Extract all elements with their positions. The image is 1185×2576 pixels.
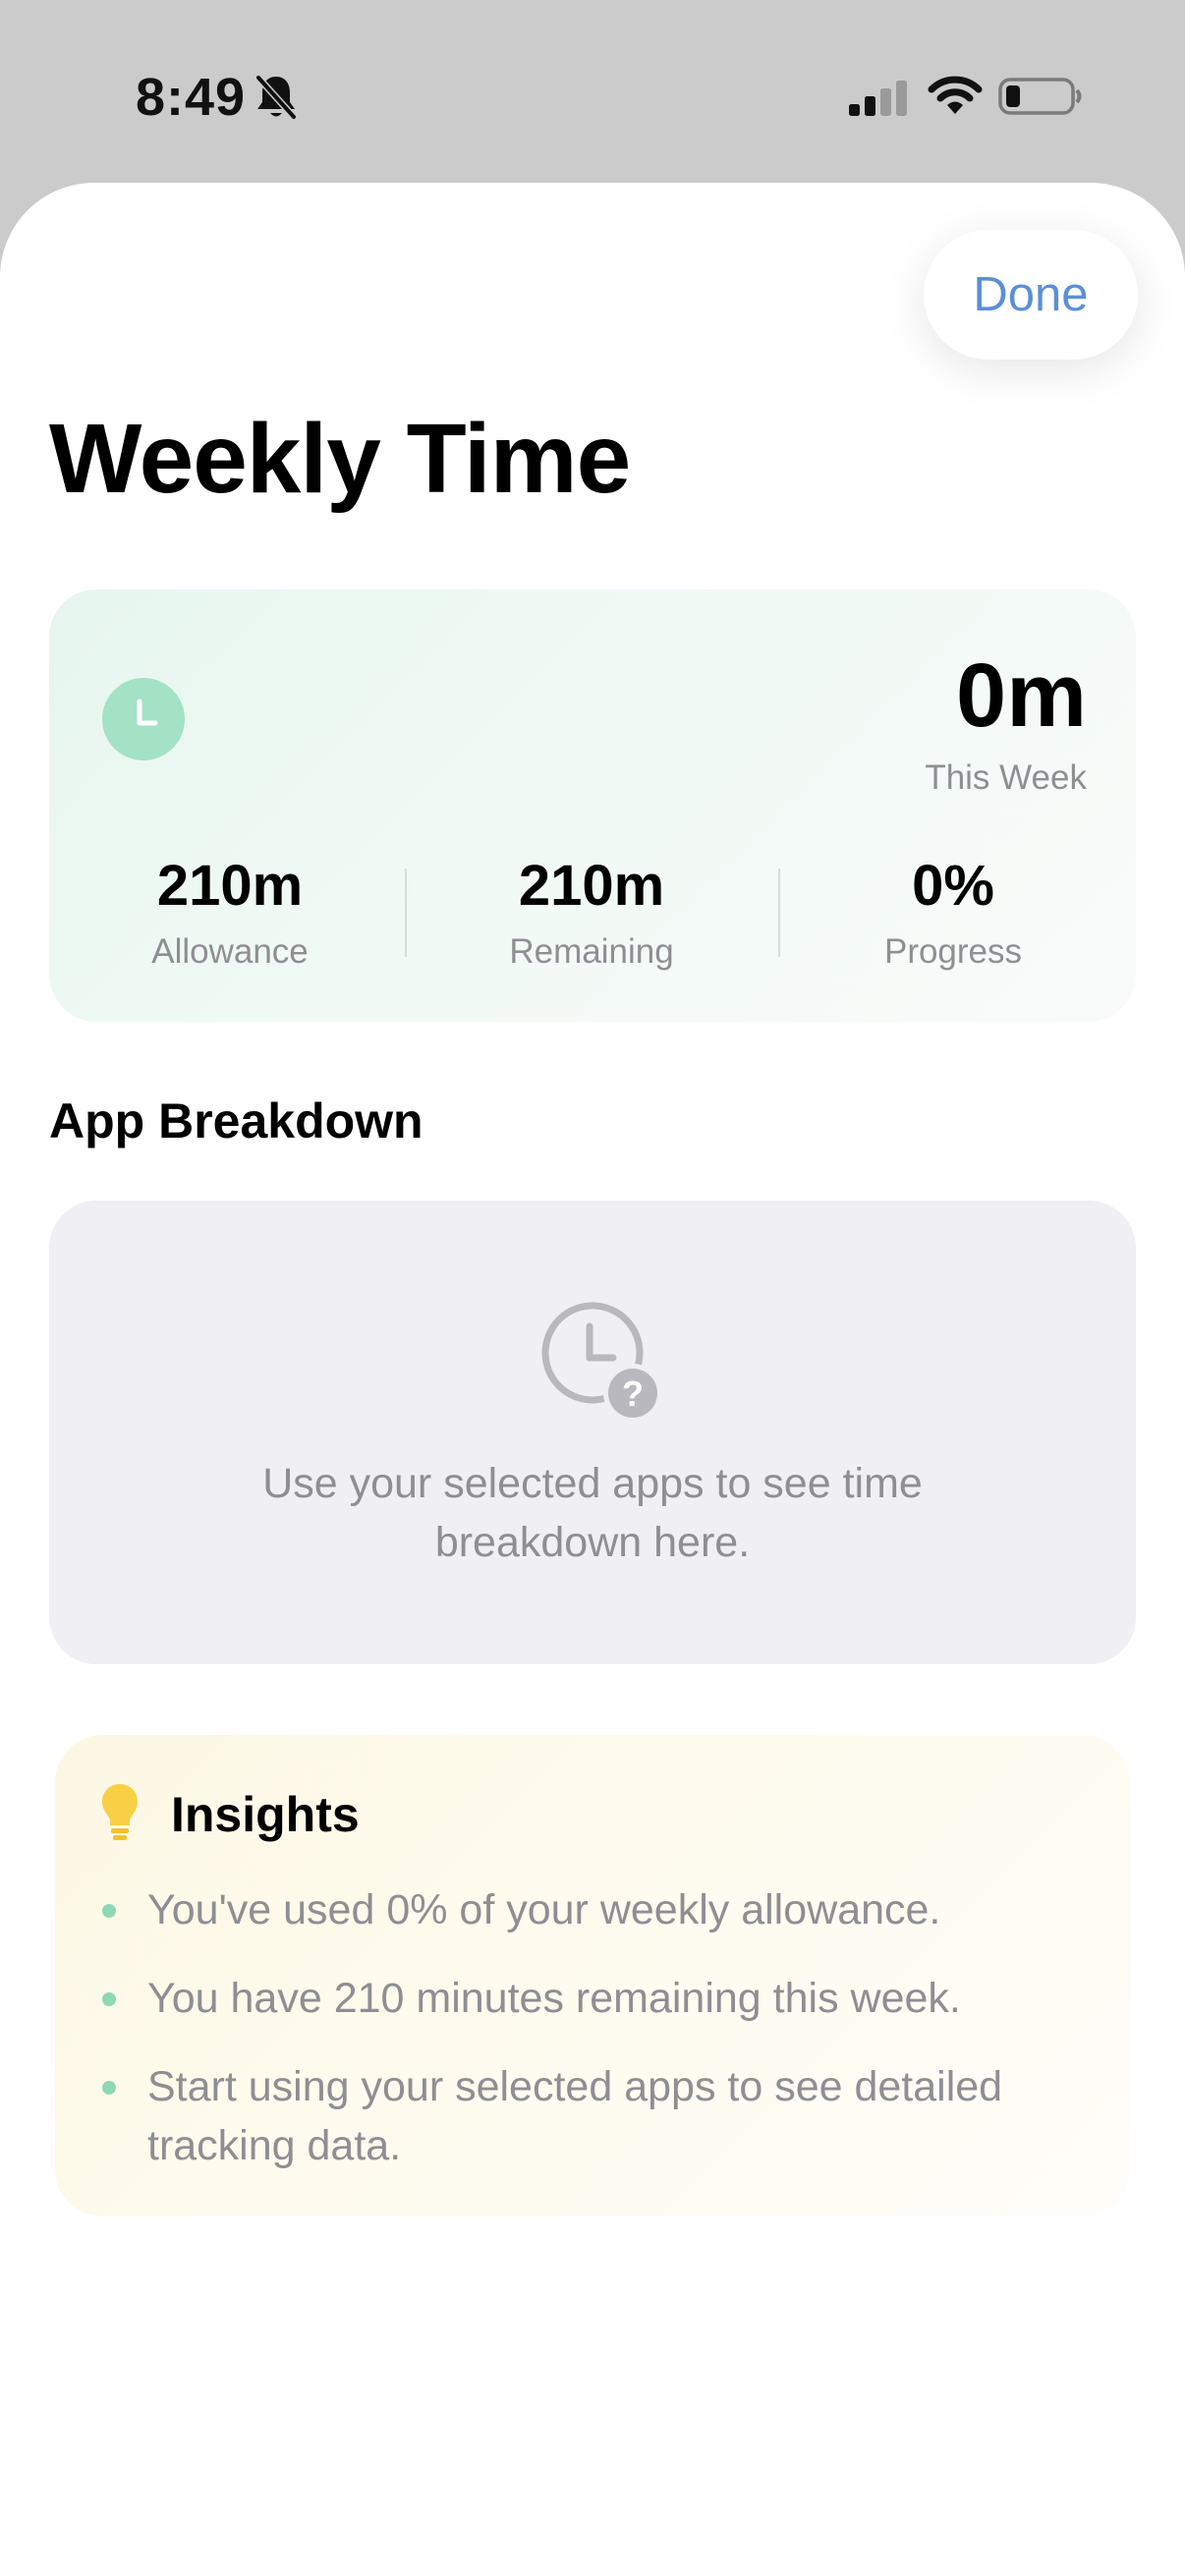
wifi-icon bbox=[928, 76, 983, 114]
status-bar: 8:49 bbox=[0, 0, 1185, 187]
stat-value: 210m bbox=[156, 854, 304, 918]
stat-divider bbox=[405, 868, 407, 957]
insight-item: Start using your selected apps to see de… bbox=[100, 2057, 1093, 2175]
app-breakdown-empty-state: ? Use your selected apps to see time bre… bbox=[49, 1201, 1136, 1664]
stat-value: 210m bbox=[518, 854, 665, 918]
insight-text: You have 210 minutes remaining this week… bbox=[147, 1975, 961, 2022]
empty-state-line: Use your selected apps to see time bbox=[262, 1460, 923, 1507]
insight-item: You've used 0% of your weekly allowance. bbox=[100, 1880, 1093, 1939]
stat-label: Remaining bbox=[509, 932, 674, 971]
clock-question-icon: ? bbox=[541, 1302, 662, 1423]
empty-state-line: breakdown here. bbox=[434, 1519, 751, 1566]
week-total-value: 0m bbox=[956, 645, 1087, 746]
insight-text: Start using your selected apps to see de… bbox=[147, 2063, 1003, 2169]
page-title: Weekly Time bbox=[49, 404, 631, 514]
stats-row: 210m Allowance 210m Remaining 0% Progres… bbox=[49, 853, 1136, 980]
weekly-summary-card: 0m This Week 210m Allowance 210m Remaini… bbox=[49, 589, 1136, 1022]
stat-divider bbox=[778, 868, 780, 957]
app-breakdown-title: App Breakdown bbox=[49, 1093, 423, 1148]
insight-item: You have 210 minutes remaining this week… bbox=[100, 1969, 1093, 2028]
insight-text: You've used 0% of your weekly allowance. bbox=[147, 1886, 941, 1933]
stat-allowance: 210m Allowance bbox=[49, 853, 411, 980]
bullet-dot bbox=[102, 1992, 116, 2006]
stat-remaining: 210m Remaining bbox=[411, 853, 772, 980]
lightbulb-icon bbox=[102, 1784, 138, 1840]
bullet-dot bbox=[102, 2081, 116, 2095]
clock-icon bbox=[102, 678, 185, 760]
bell-slash-icon bbox=[255, 75, 297, 120]
battery-icon bbox=[998, 78, 1082, 115]
stat-label: Allowance bbox=[151, 932, 309, 971]
stat-label: Progress bbox=[883, 932, 1023, 971]
insights-list: You've used 0% of your weekly allowance.… bbox=[100, 1880, 1093, 2205]
week-total-label: This Week bbox=[925, 758, 1087, 797]
stat-progress: 0% Progress bbox=[772, 853, 1134, 980]
stat-value: 0% bbox=[912, 854, 994, 918]
insights-title: Insights bbox=[171, 1787, 360, 1842]
insights-card: Insights You've used 0% of your weekly a… bbox=[55, 1735, 1130, 2216]
bullet-dot bbox=[102, 1904, 116, 1918]
done-button[interactable]: Done bbox=[924, 230, 1138, 360]
empty-state-message: Use your selected apps to see time break… bbox=[49, 1454, 1136, 1572]
status-time: 8:49 bbox=[136, 68, 247, 127]
svg-text:?: ? bbox=[622, 1373, 644, 1414]
cellular-signal-icon bbox=[849, 81, 907, 116]
